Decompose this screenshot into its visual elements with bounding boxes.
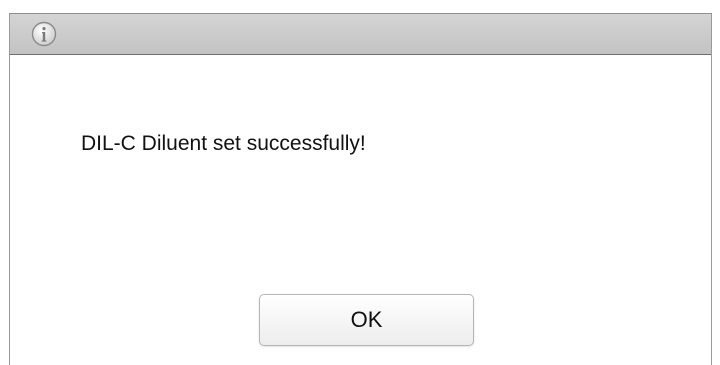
dialog-message: DIL-C Diluent set successfully! [81,132,366,155]
ok-button[interactable]: OK [259,294,474,346]
info-icon [31,21,57,47]
message-dialog: DIL-C Diluent set successfully! OK [9,13,712,365]
dialog-titlebar [10,14,711,55]
